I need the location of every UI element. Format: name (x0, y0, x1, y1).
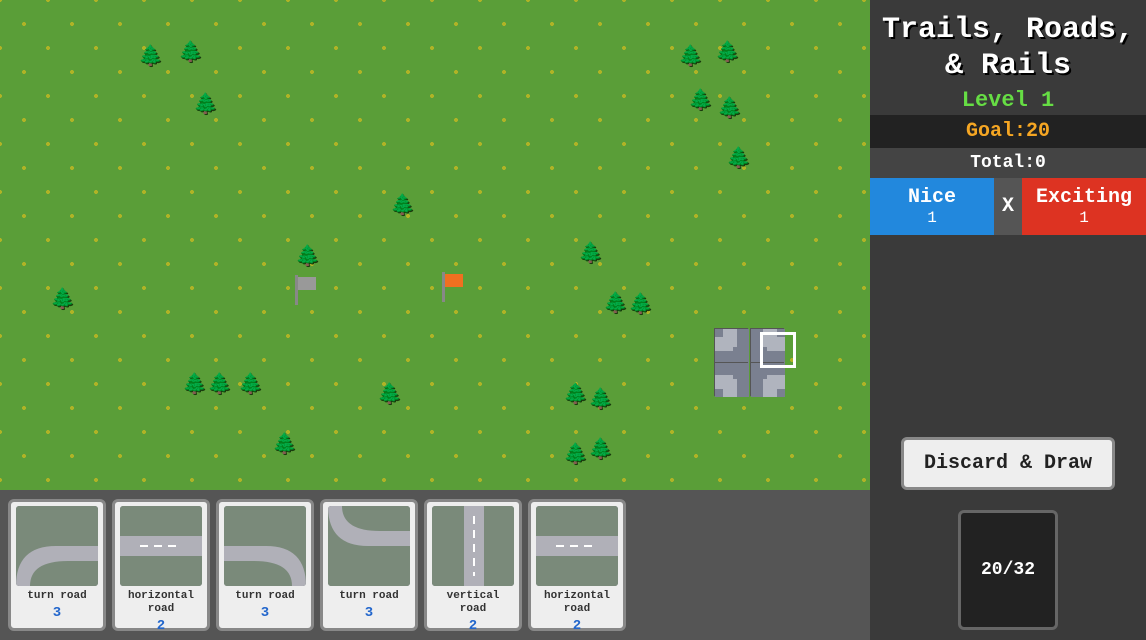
tree: 🌲 (138, 48, 163, 68)
map-road-tile (714, 328, 748, 362)
exciting-label: Exciting (1036, 186, 1132, 209)
tree: 🌲 (207, 376, 232, 396)
card-count-2: 3 (261, 605, 269, 621)
total-text: Total:0 (970, 153, 1046, 173)
exciting-count: 1 (1079, 209, 1089, 227)
card-image-4 (432, 506, 514, 586)
deck-counter: 20/32 (958, 510, 1058, 630)
card-horizontal-road-5[interactable]: horizontal road 2 (528, 499, 626, 631)
tree: 🌲 (193, 96, 218, 116)
tree: 🌲 (272, 436, 297, 456)
card-label-2: turn road (235, 590, 294, 603)
tree: 🌲 (178, 44, 203, 64)
exciting-button[interactable]: Exciting 1 (1022, 178, 1146, 235)
card-label-3: turn road (339, 590, 398, 603)
goal-bar: Goal:20 (870, 115, 1146, 148)
goal-label: Goal: (966, 120, 1026, 143)
card-vertical-road-4[interactable]: vertical road 2 (424, 499, 522, 631)
card-image-2 (224, 506, 306, 586)
tree: 🌲 (578, 245, 603, 265)
sidebar: Trails, Roads,& Rails Level 1 Goal:20 To… (870, 0, 1146, 640)
card-tray: turn road 3 horizontal road 2 (0, 490, 870, 640)
game-title: Trails, Roads,& Rails (872, 0, 1144, 88)
map-canvas[interactable]: 🌲 🌲 🌲 🌲 🌲 🌲 🌲 🌲 🌲 🌲 🌲 🌲 🌲 🌲 🌲 🌲 🌲 🌲 🌲 🌲 … (0, 0, 870, 490)
map-road-tile (714, 362, 748, 396)
card-turn-road-3[interactable]: turn road 3 (320, 499, 418, 631)
flag-gray (295, 275, 298, 305)
x-separator: X (994, 178, 1022, 235)
tree: 🌲 (182, 376, 207, 396)
game-area: 🌲 🌲 🌲 🌲 🌲 🌲 🌲 🌲 🌲 🌲 🌲 🌲 🌲 🌲 🌲 🌲 🌲 🌲 🌲 🌲 … (0, 0, 870, 640)
nice-count: 1 (927, 209, 937, 227)
tree: 🌲 (295, 248, 320, 268)
flag-orange (442, 272, 445, 302)
tree: 🌲 (390, 197, 415, 217)
card-image-1 (120, 506, 202, 586)
card-count-5: 2 (573, 618, 581, 634)
card-image-0 (16, 506, 98, 586)
card-label-1: horizontal road (119, 590, 203, 616)
goal-text: Goal:20 (966, 120, 1050, 143)
tree: 🌲 (238, 376, 263, 396)
tree: 🌲 (377, 386, 402, 406)
total-bar: Total:0 (870, 148, 1146, 178)
tree: 🌲 (678, 48, 703, 68)
level-display: Level 1 (962, 88, 1054, 113)
tree: 🌲 (603, 295, 628, 315)
card-label-4: vertical road (431, 590, 515, 616)
tree: 🌲 (588, 391, 613, 411)
card-label-5: horizontal road (535, 590, 619, 616)
card-image-3 (328, 506, 410, 586)
card-count-4: 2 (469, 618, 477, 634)
card-turn-road-0[interactable]: turn road 3 (8, 499, 106, 631)
deck-count-text: 20/32 (981, 560, 1035, 580)
tree: 🌲 (717, 100, 742, 120)
score-buttons: Nice 1 X Exciting 1 (870, 178, 1146, 235)
goal-value: 20 (1026, 120, 1050, 143)
card-image-5 (536, 506, 618, 586)
cursor-indicator (760, 332, 796, 368)
tree: 🌲 (563, 386, 588, 406)
tree: 🌲 (50, 291, 75, 311)
card-label-0: turn road (27, 590, 86, 603)
card-turn-road-2[interactable]: turn road 3 (216, 499, 314, 631)
tree: 🌲 (715, 44, 740, 64)
discard-draw-button[interactable]: Discard & Draw (901, 437, 1115, 490)
nice-button[interactable]: Nice 1 (870, 178, 994, 235)
tree: 🌲 (726, 150, 751, 170)
card-count-0: 3 (53, 605, 61, 621)
total-label: Total: (970, 153, 1035, 173)
tree: 🌲 (628, 296, 653, 316)
total-value: 0 (1035, 153, 1046, 173)
card-count-3: 3 (365, 605, 373, 621)
card-count-1: 2 (157, 618, 165, 634)
card-horizontal-road-1[interactable]: horizontal road 2 (112, 499, 210, 631)
tree: 🌲 (563, 446, 588, 466)
tree: 🌲 (688, 92, 713, 112)
tree: 🌲 (588, 441, 613, 461)
nice-label: Nice (908, 186, 956, 209)
